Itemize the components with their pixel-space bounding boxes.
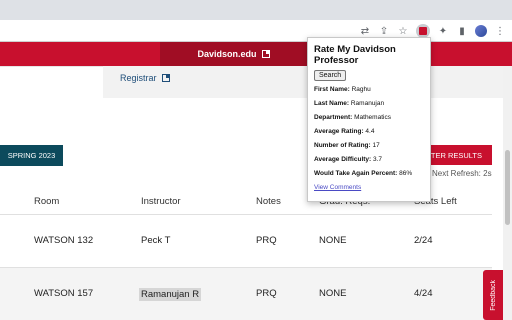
cell-grad-reqs: NONE [319, 235, 347, 246]
header-notes[interactable]: Notes [256, 196, 281, 207]
take-again-row: Would Take Again Percent: 86% [314, 170, 424, 178]
puzzle-icon[interactable]: ✦ [437, 25, 449, 37]
external-link-icon [161, 74, 170, 82]
translate-icon[interactable]: ⇄ [359, 25, 371, 37]
feedback-label: Feedback [489, 279, 497, 311]
header-instructor[interactable]: Instructor [141, 196, 181, 207]
average-rating-row: Average Rating: 4.4 [314, 128, 424, 136]
menu-icon[interactable]: ⋮ [494, 25, 506, 37]
department-row: Department: Mathematics [314, 114, 424, 122]
davidson-edu-label: Davidson.edu [197, 49, 257, 59]
cell-instructor[interactable]: Peck T [141, 235, 170, 246]
cell-seats-left: 4/24 [414, 288, 433, 299]
field-label: Average Rating: [314, 128, 364, 135]
field-label: Number of Rating: [314, 142, 371, 149]
cell-seats-left: 2/24 [414, 235, 433, 246]
field-label: Average Difficulty: [314, 156, 372, 163]
rmp-popup: Rate My Davidson Professor Search First … [307, 37, 431, 202]
field-label: Would Take Again Percent: [314, 170, 398, 177]
cell-notes: PRQ [256, 235, 277, 246]
field-label: Last Name: [314, 100, 350, 107]
feedback-tab[interactable]: Feedback [483, 270, 503, 320]
field-value: 86% [399, 170, 413, 177]
sidepanel-icon[interactable]: ▮ [456, 25, 468, 37]
registrar-link[interactable]: Registrar [120, 73, 170, 83]
browser-extension-icons: ⇄ ⇪ ☆ ✦ ▮ ⋮ [359, 24, 506, 38]
field-label: Department: [314, 114, 353, 121]
field-value: 3.7 [373, 156, 383, 163]
nav-left-panel [0, 66, 103, 124]
term-button[interactable]: SPRING 2023 [0, 145, 63, 166]
external-link-icon [261, 50, 270, 58]
field-value: Raghu [351, 86, 371, 93]
avatar[interactable] [475, 25, 487, 37]
cell-instructor-selected[interactable]: Ramanujan R [139, 288, 202, 301]
cell-room: WATSON 132 [34, 235, 94, 246]
field-value: Mathematics [354, 114, 391, 121]
table-row[interactable]: WATSON 132 Peck T PRQ NONE 2/24 [0, 215, 492, 268]
davidson-edu-link[interactable]: Davidson.edu [160, 42, 307, 66]
field-value: 17 [372, 142, 380, 149]
scrollbar-thumb[interactable] [505, 150, 510, 225]
popup-title: Rate My Davidson Professor [314, 44, 396, 66]
cell-notes: PRQ [256, 288, 277, 299]
cell-room: WATSON 157 [34, 288, 94, 299]
next-refresh-text: Next Refresh: 2s [432, 169, 492, 178]
field-label: First Name: [314, 86, 350, 93]
header-room[interactable]: Room [34, 196, 59, 207]
number-of-rating-row: Number of Rating: 17 [314, 142, 424, 150]
field-value: Ramanujan [350, 100, 385, 107]
view-comments-link[interactable]: View Comments [314, 184, 424, 192]
search-button[interactable]: Search [314, 70, 347, 81]
field-value: 4.4 [365, 128, 375, 135]
share-icon[interactable]: ⇪ [378, 25, 390, 37]
average-difficulty-row: Average Difficulty: 3.7 [314, 156, 424, 164]
table-row[interactable]: WATSON 157 Ramanujan R PRQ NONE 4/24 [0, 268, 492, 320]
first-name-row: First Name: Raghu [314, 86, 424, 94]
last-name-row: Last Name: Ramanujan [314, 100, 424, 108]
cell-grad-reqs: NONE [319, 288, 347, 299]
registrar-label: Registrar [120, 73, 157, 83]
rmp-extension-icon[interactable] [416, 24, 430, 38]
star-icon[interactable]: ☆ [397, 25, 409, 37]
